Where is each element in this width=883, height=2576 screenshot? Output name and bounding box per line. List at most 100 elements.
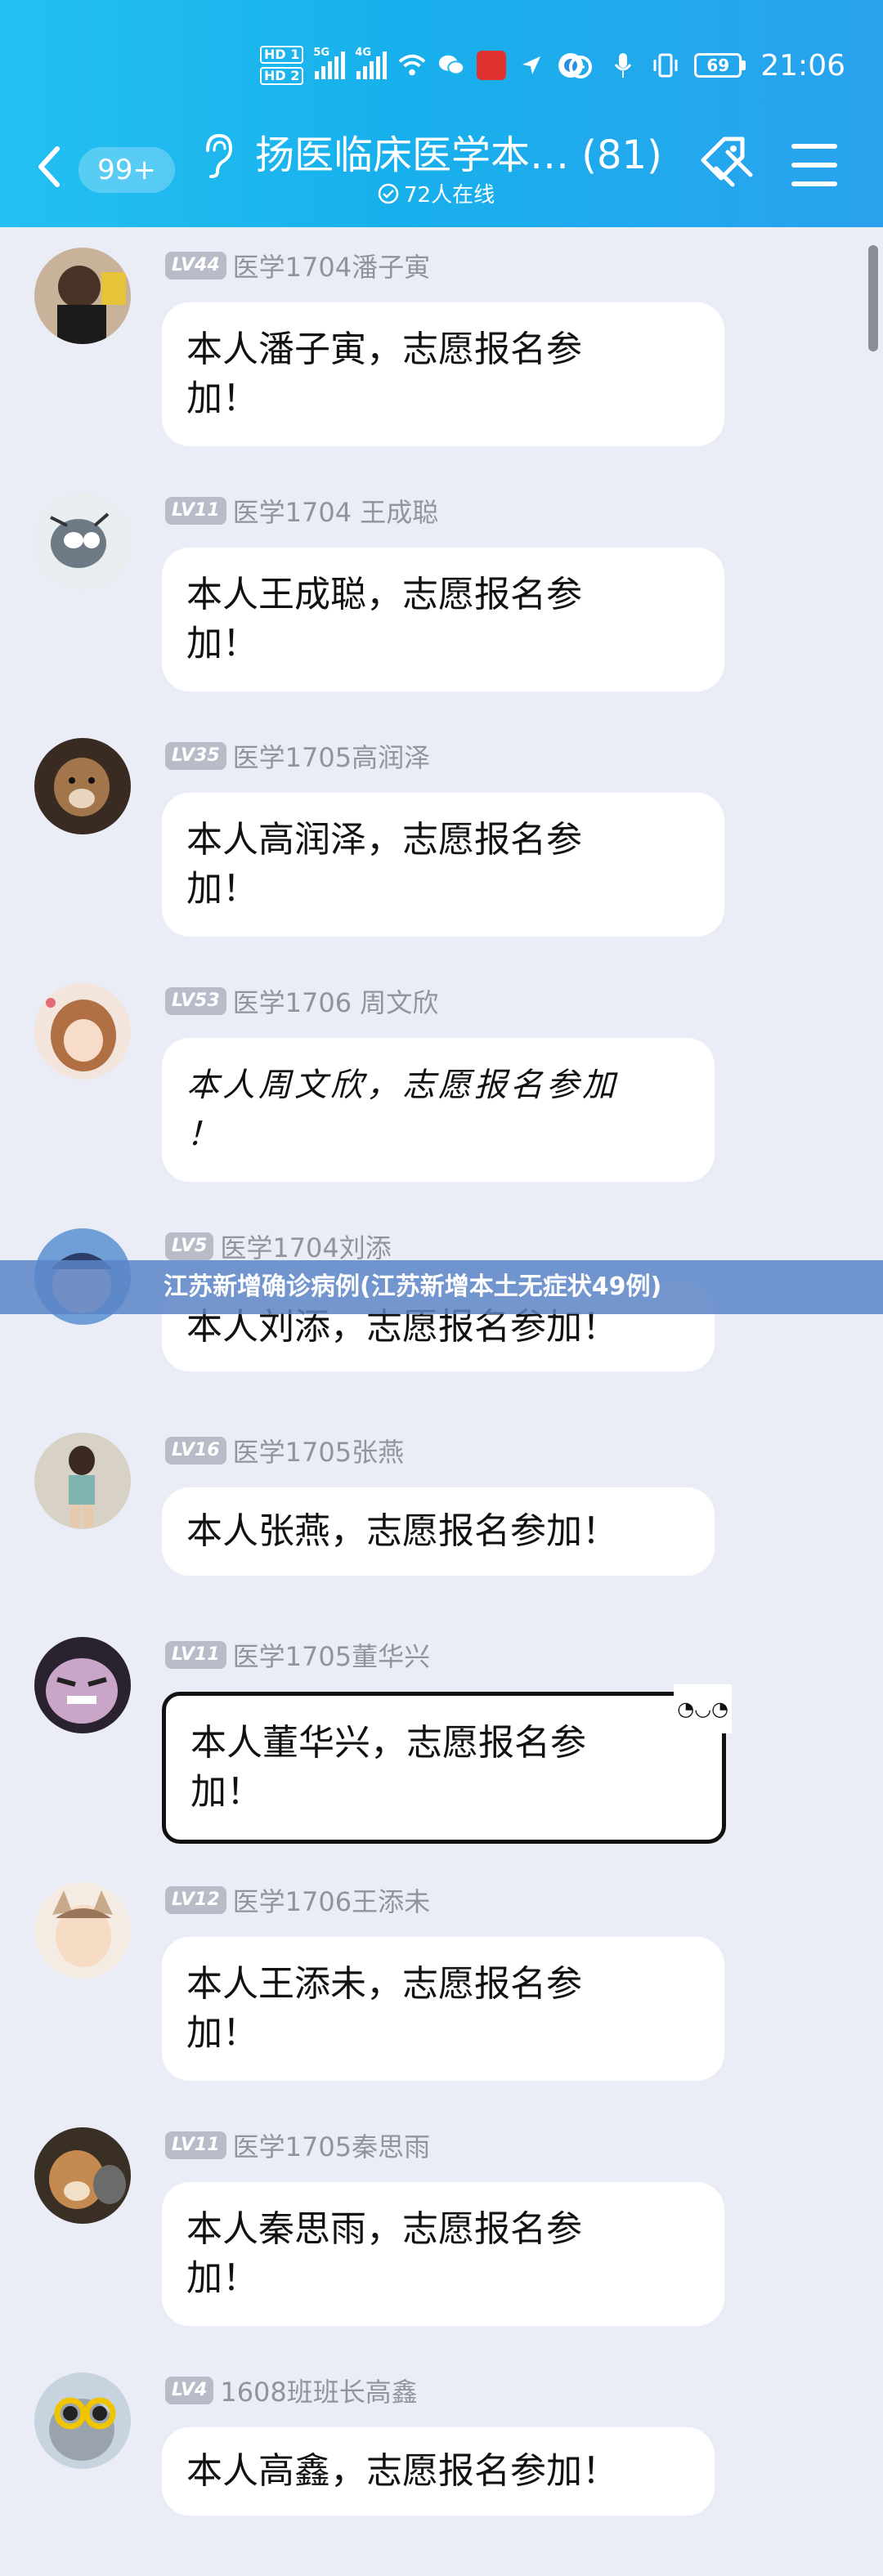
unread-count-badge[interactable]: 99+ (78, 147, 175, 193)
message-bubble[interactable]: 本人秦思雨，志愿报名参 加！ (162, 2182, 724, 2326)
status-icons-left: HD 1 HD 2 5G 4G (260, 41, 585, 90)
message-bubble[interactable]: 本人高鑫，志愿报名参加！ (162, 2427, 715, 2516)
message-text-line: ！ (186, 1116, 222, 1153)
chevron-left-icon (38, 146, 60, 187)
message-item: LV11 医学1705董华兴 ◔◡◔ 本人董华兴，志愿报名参 加！ (0, 1617, 883, 1862)
group-tag-icon[interactable] (697, 132, 762, 198)
level-badge: LV5 (165, 1232, 214, 1260)
avatar[interactable] (34, 1433, 131, 1529)
message-item: LV35 医学1705高润泽 本人高润泽，志愿报名参 加！ (0, 718, 883, 963)
sender-info: LV53 医学1706 周文欣 (165, 982, 438, 1020)
message-text-line: 本人王添未，志愿报名参 (186, 1963, 582, 2005)
news-banner[interactable]: 江苏新增确诊病例(江苏新增本土无症状49例) (0, 1260, 883, 1314)
message-text-line: 加！ (186, 378, 258, 419)
hd-1-icon: HD 1 (260, 46, 304, 64)
online-check-icon (378, 183, 399, 203)
online-count: 72人在线 (404, 183, 495, 208)
sender-name[interactable]: 1608班班长高鑫 (220, 2372, 417, 2409)
message-text-line: 本人周文欣，志愿报名参加 (186, 1067, 618, 1104)
sender-name[interactable]: 医学1704 王成聪 (233, 492, 439, 530)
signal-4g-label: 4G (355, 47, 372, 59)
sender-info: LV35 医学1705高润泽 (165, 737, 430, 775)
message-item: LV44 医学1704潘子寅 本人潘子寅，志愿报名参 加！ (0, 227, 883, 472)
message-text-line: 本人董华兴，志愿报名参 (190, 1722, 586, 1764)
sender-name[interactable]: 医学1706王添未 (233, 1881, 430, 1919)
nav-bar: 99+ 扬医临床医学本… (81) 72人在线 (0, 114, 883, 221)
battery-level: 69 (694, 53, 742, 78)
wifi-icon (398, 51, 426, 79)
message-text-line: 本人潘子寅，志愿报名参 (186, 329, 582, 370)
sender-name[interactable]: 医学1706 周文欣 (233, 982, 439, 1020)
sender-info: LV44 医学1704潘子寅 (165, 247, 430, 284)
sender-name[interactable]: 医学1705张燕 (233, 1432, 404, 1469)
location-arrow-icon (518, 51, 545, 79)
sender-name[interactable]: 医学1705高润泽 (233, 737, 430, 775)
ear-icon[interactable] (199, 131, 235, 180)
avatar[interactable] (34, 2373, 131, 2469)
avatar[interactable] (34, 983, 131, 1080)
sender-name[interactable]: 医学1705秦思雨 (233, 2127, 430, 2164)
signal-5g-label: 5G (313, 47, 330, 59)
message-text-line: 本人高润泽，志愿报名参 (186, 819, 582, 861)
avatar[interactable] (34, 493, 131, 589)
message-list[interactable]: LV44 医学1704潘子寅 本人潘子寅，志愿报名参 加！ LV11 医学170… (0, 227, 883, 2576)
vibrate-icon (652, 51, 679, 79)
sender-info: LV4 1608班班长高鑫 (165, 2372, 418, 2409)
online-status: 72人在线 (378, 178, 495, 208)
chat-header: HD 1 HD 2 5G 4G 69 21:06 99+ 扬医临床医学本… (8… (0, 0, 883, 227)
level-badge: LV4 (165, 2377, 214, 2404)
message-text-line: 本人张燕，志愿报名参加！ (186, 1510, 618, 1552)
message-bubble[interactable]: 本人高润泽，志愿报名参 加！ (162, 793, 724, 937)
message-bubble[interactable]: 本人周文欣，志愿报名参加 ！ (162, 1038, 715, 1182)
signal-5g-icon: 5G (313, 47, 346, 79)
sender-name[interactable]: 医学1705董华兴 (233, 1636, 430, 1674)
level-badge: LV11 (165, 1641, 226, 1669)
group-title[interactable]: 扬医临床医学本… (81) (255, 123, 662, 180)
message-text-line: 加！ (186, 623, 258, 664)
level-badge: LV11 (165, 497, 226, 525)
message-text-line: 加！ (186, 868, 258, 910)
message-item: LV16 医学1705张燕 本人张燕，志愿报名参加！ (0, 1412, 883, 1617)
level-badge: LV16 (165, 1437, 226, 1465)
message-text-line: 本人王成聪，志愿报名参 (186, 574, 582, 615)
sender-name[interactable]: 医学1704潘子寅 (233, 247, 430, 284)
wechat-icon (437, 51, 465, 79)
message-text-line: 本人高鑫，志愿报名参加！ (186, 2450, 618, 2492)
message-bubble[interactable]: 本人张燕，志愿报名参加！ (162, 1487, 715, 1576)
alarm-icon (567, 51, 594, 79)
message-bubble[interactable]: ◔◡◔ 本人董华兴，志愿报名参 加！ (162, 1684, 732, 1844)
avatar[interactable] (34, 248, 131, 344)
message-bubble[interactable]: 本人潘子寅，志愿报名参 加！ (162, 302, 724, 446)
message-bubble[interactable]: 本人王成聪，志愿报名参 加！ (162, 548, 724, 691)
level-badge: LV12 (165, 1886, 226, 1914)
battery-icon: 69 (694, 53, 746, 78)
message-text-line: 加！ (190, 1771, 262, 1813)
back-button[interactable] (33, 142, 65, 191)
message-item: LV11 医学1704 王成聪 本人王成聪，志愿报名参 加！ (0, 472, 883, 718)
sender-info: LV12 医学1706王添未 (165, 1881, 430, 1919)
message-bubble[interactable]: 本人王添未，志愿报名参 加！ (162, 1937, 724, 2081)
message-item: LV53 医学1706 周文欣 本人周文欣，志愿报名参加 ！ (0, 963, 883, 1208)
menu-icon[interactable] (791, 144, 837, 186)
app-notification-icon (477, 51, 507, 80)
message-item: LV12 医学1706王添未 本人王添未，志愿报名参 加！ (0, 1862, 883, 2107)
avatar[interactable] (34, 738, 131, 834)
level-badge: LV53 (165, 987, 226, 1015)
clock: 21:06 (760, 48, 845, 83)
microphone-icon (609, 51, 637, 79)
signal-4g-icon: 4G (355, 47, 388, 79)
status-icons-right: 69 21:06 (567, 41, 845, 90)
bubble-face-decoration: ◔◡◔ (674, 1684, 732, 1733)
hd-2-icon: HD 2 (260, 67, 304, 85)
message-text-line: 本人秦思雨，志愿报名参 (186, 2208, 582, 2250)
sender-info: LV11 医学1705董华兴 (165, 1636, 430, 1674)
avatar[interactable] (34, 2127, 131, 2224)
hd-icon: HD 1 HD 2 (260, 46, 304, 85)
sender-info: LV11 医学1704 王成聪 (165, 492, 438, 530)
level-badge: LV35 (165, 742, 226, 770)
level-badge: LV11 (165, 2131, 226, 2159)
avatar[interactable] (34, 1882, 131, 1979)
scrollbar[interactable] (868, 245, 878, 351)
level-badge: LV44 (165, 252, 226, 280)
avatar[interactable] (34, 1637, 131, 1733)
